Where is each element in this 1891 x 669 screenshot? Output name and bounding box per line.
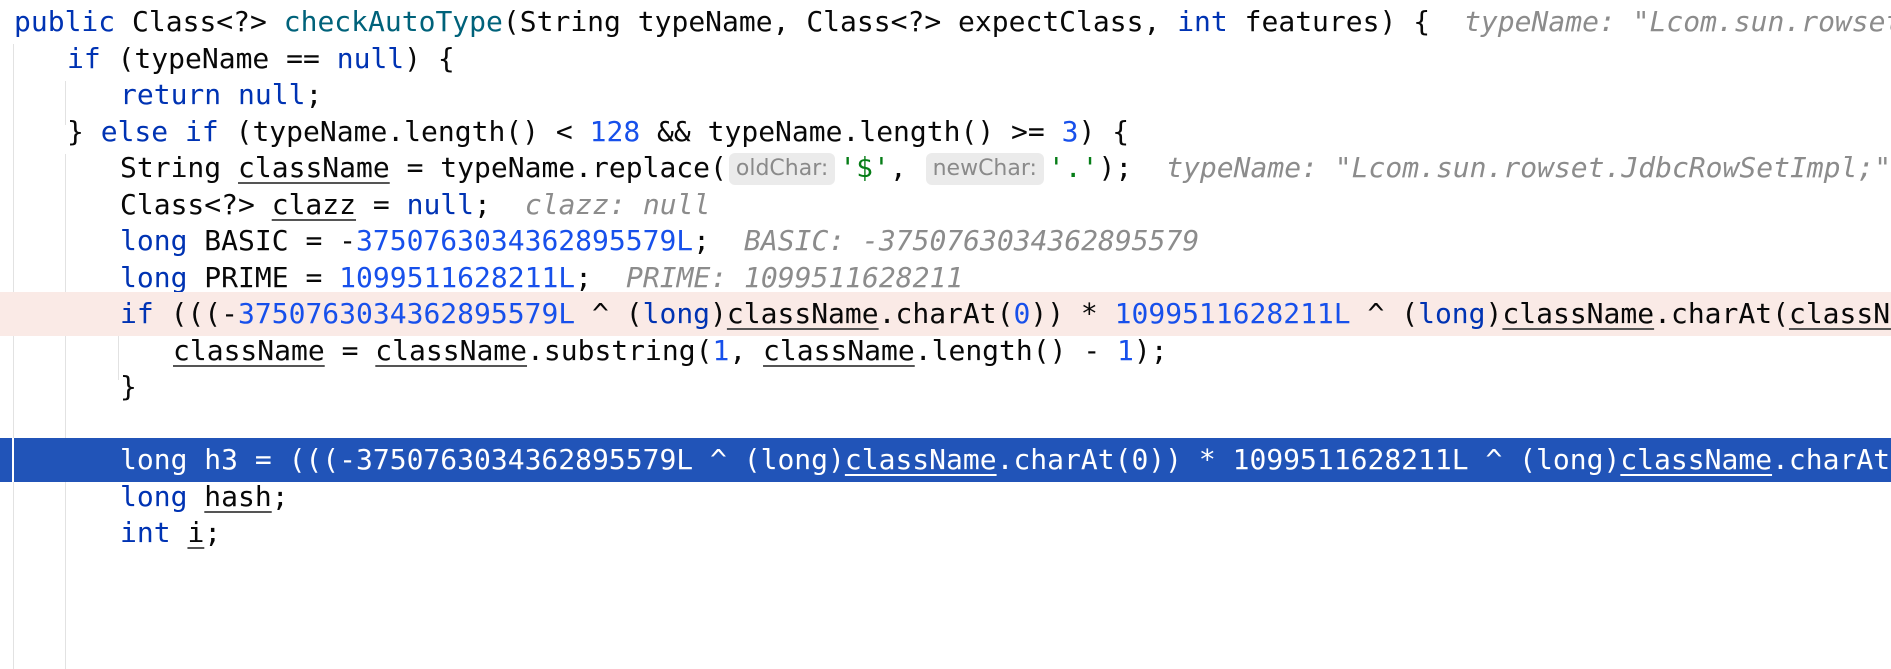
- number-literal: 0: [1013, 297, 1031, 330]
- variable-classname: className: [1620, 443, 1773, 476]
- keyword: null: [406, 188, 475, 221]
- code-line-15[interactable]: int i;: [0, 511, 1891, 555]
- keyword: long: [642, 297, 711, 330]
- string-literal: '$': [839, 151, 890, 184]
- parameter-hint: oldChar:: [728, 153, 836, 185]
- keyword: else: [100, 115, 169, 148]
- code-text: }: [120, 370, 137, 403]
- keyword: int: [1177, 5, 1228, 38]
- keyword: return: [120, 78, 222, 111]
- number-literal: 3750763034362895579L: [238, 297, 576, 330]
- inline-debug-value: PRIME: 1099511628211: [626, 261, 964, 294]
- code-editor[interactable]: public Class<?> checkAutoType(String typ…: [0, 0, 1891, 669]
- variable-classname: className: [844, 443, 997, 476]
- keyword: long: [120, 480, 188, 513]
- code-text: =: [356, 188, 407, 221]
- code-text: .charAt(0)) * 1099511628211L ^ (long): [996, 443, 1621, 476]
- number-literal: 128: [589, 115, 641, 148]
- code-text: Class<?>: [132, 5, 267, 38]
- variable-classname: className: [763, 334, 915, 367]
- code-text: ): [710, 297, 727, 330]
- code-text: String: [120, 151, 239, 184]
- keyword: if: [185, 115, 219, 148]
- number-literal: 1099511628211L: [339, 261, 576, 294]
- code-text: ;: [474, 188, 491, 221]
- code-text: (typeName.length() <: [218, 115, 590, 148]
- variable-hash: hash: [204, 480, 272, 513]
- code-text: PRIME =: [187, 261, 340, 294]
- code-text: =: [324, 334, 376, 367]
- code-text: (typeName ==: [100, 42, 337, 75]
- code-text: );: [1098, 151, 1133, 184]
- keyword: long: [1418, 297, 1486, 330]
- variable-classname: className: [726, 297, 879, 330]
- code-text: ^ (: [575, 297, 643, 330]
- variable-clazz: clazz: [271, 188, 357, 221]
- code-text: }: [67, 115, 101, 148]
- keyword: null: [336, 42, 405, 75]
- variable-classname: className: [1502, 297, 1655, 330]
- parameter-hint: newChar:: [925, 153, 1044, 185]
- keyword: long: [120, 224, 188, 257]
- code-text: )) *: [1030, 297, 1115, 330]
- code-text: .substring(: [527, 334, 713, 367]
- code-text: ,: [729, 334, 764, 367]
- code-text: long h3 = (((-3750763034362895579L ^ (lo…: [120, 443, 845, 476]
- code-text: (String typeName, Class<?> expectClass,: [502, 5, 1178, 38]
- code-text: && typeName.length() >=: [640, 115, 1062, 148]
- code-text: ^ (: [1350, 297, 1419, 330]
- keyword: null: [238, 78, 306, 111]
- code-text: ;: [271, 480, 289, 513]
- code-text: Class<?>: [120, 188, 272, 221]
- string-literal: '.': [1047, 151, 1099, 184]
- method-name: checkAutoType: [283, 5, 503, 38]
- code-text: .charAt(: [878, 297, 1014, 330]
- code-text: .length() -: [914, 334, 1118, 367]
- keyword: public: [14, 5, 116, 38]
- keyword: if: [120, 297, 154, 330]
- number-literal: 1099511628211L: [1114, 297, 1351, 330]
- code-text: ;: [204, 516, 222, 549]
- inline-debug-value: BASIC: -3750763034362895579: [744, 224, 1200, 257]
- code-text: ;: [693, 224, 711, 257]
- variable-classname: className: [1788, 297, 1891, 330]
- code-text: = typeName.replace(: [389, 151, 727, 184]
- variable-classname: className: [238, 151, 390, 184]
- code-text: ) {: [404, 42, 455, 75]
- code-text: features) {: [1227, 5, 1431, 38]
- variable-classname: className: [375, 334, 528, 367]
- code-text: ;: [305, 78, 323, 111]
- code-text: .charAt(1)): [1772, 443, 1891, 476]
- number-literal: 3750763034362895579L: [356, 224, 694, 257]
- inline-debug-value: clazz: null: [524, 188, 711, 221]
- number-literal: 1: [1117, 334, 1134, 367]
- number-literal: 3: [1061, 115, 1079, 148]
- code-text: (((-: [153, 297, 239, 330]
- keyword: long: [120, 261, 188, 294]
- inline-debug-value: typeName: "Lcom.sun.rowset.JdbcRowSetImp…: [1166, 151, 1891, 184]
- code-text: ) {: [1078, 115, 1130, 148]
- variable-i: i: [187, 516, 205, 549]
- variable-classname: className: [173, 334, 325, 367]
- inline-debug-value: typeName: "Lcom.sun.rowset.JdbcRowSetImp…: [1464, 5, 1891, 38]
- code-text: BASIC = -: [187, 224, 357, 257]
- code-text: ): [1485, 297, 1503, 330]
- code-text: ,: [889, 151, 924, 184]
- code-text: );: [1133, 334, 1168, 367]
- number-literal: 1: [712, 334, 730, 367]
- keyword: if: [67, 42, 101, 75]
- code-text: ;: [575, 261, 593, 294]
- keyword: int: [120, 516, 171, 549]
- code-text: .charAt(: [1654, 297, 1789, 330]
